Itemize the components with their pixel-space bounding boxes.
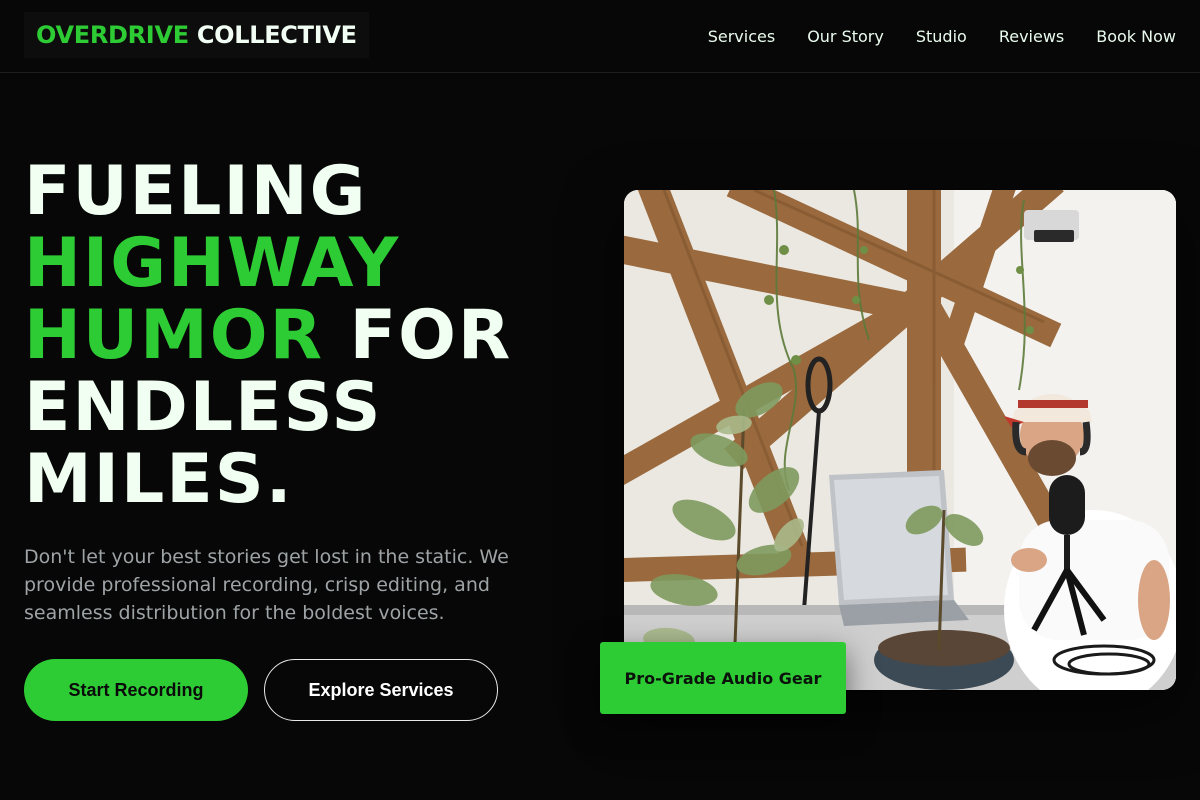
site-header: OVERDRIVE COLLECTIVE Services Our Story … [0,0,1200,73]
start-recording-button[interactable]: Start Recording [24,659,248,721]
nav-link-book-now[interactable]: Book Now [1096,27,1176,46]
explore-services-button[interactable]: Explore Services [264,659,498,721]
headline-line-4: ENDLESS [24,368,383,447]
brand-logo[interactable]: OVERDRIVE COLLECTIVE [24,12,369,58]
nav-link-our-story[interactable]: Our Story [807,27,884,46]
studio-illustration [624,190,1176,690]
headline-word-for: FOR [349,296,513,375]
hero-headline: FUELING HIGHWAY HUMOR FOR ENDLESS MILES. [24,156,584,516]
nav-link-reviews[interactable]: Reviews [999,27,1064,46]
brand-word-collective: COLLECTIVE [196,21,357,49]
audio-gear-badge: Pro-Grade Audio Gear [600,642,846,714]
headline-line-5: MILES. [24,440,294,519]
podcast-studio-photo [624,190,1176,690]
main-nav: Services Our Story Studio Reviews Book N… [708,0,1176,72]
headline-highlight-humor: HUMOR [24,296,324,375]
nav-link-studio[interactable]: Studio [916,27,967,46]
hero-description: Don't let your best stories get lost in … [24,546,509,624]
landing-page: OVERDRIVE COLLECTIVE Services Our Story … [0,0,1200,800]
headline-line-3: HUMOR FOR [24,300,584,372]
nav-link-services[interactable]: Services [708,27,775,46]
brand-word-overdrive: OVERDRIVE [36,21,189,49]
headline-line-2: HIGHWAY [24,224,401,303]
headline-line-1: FUELING [24,152,368,231]
